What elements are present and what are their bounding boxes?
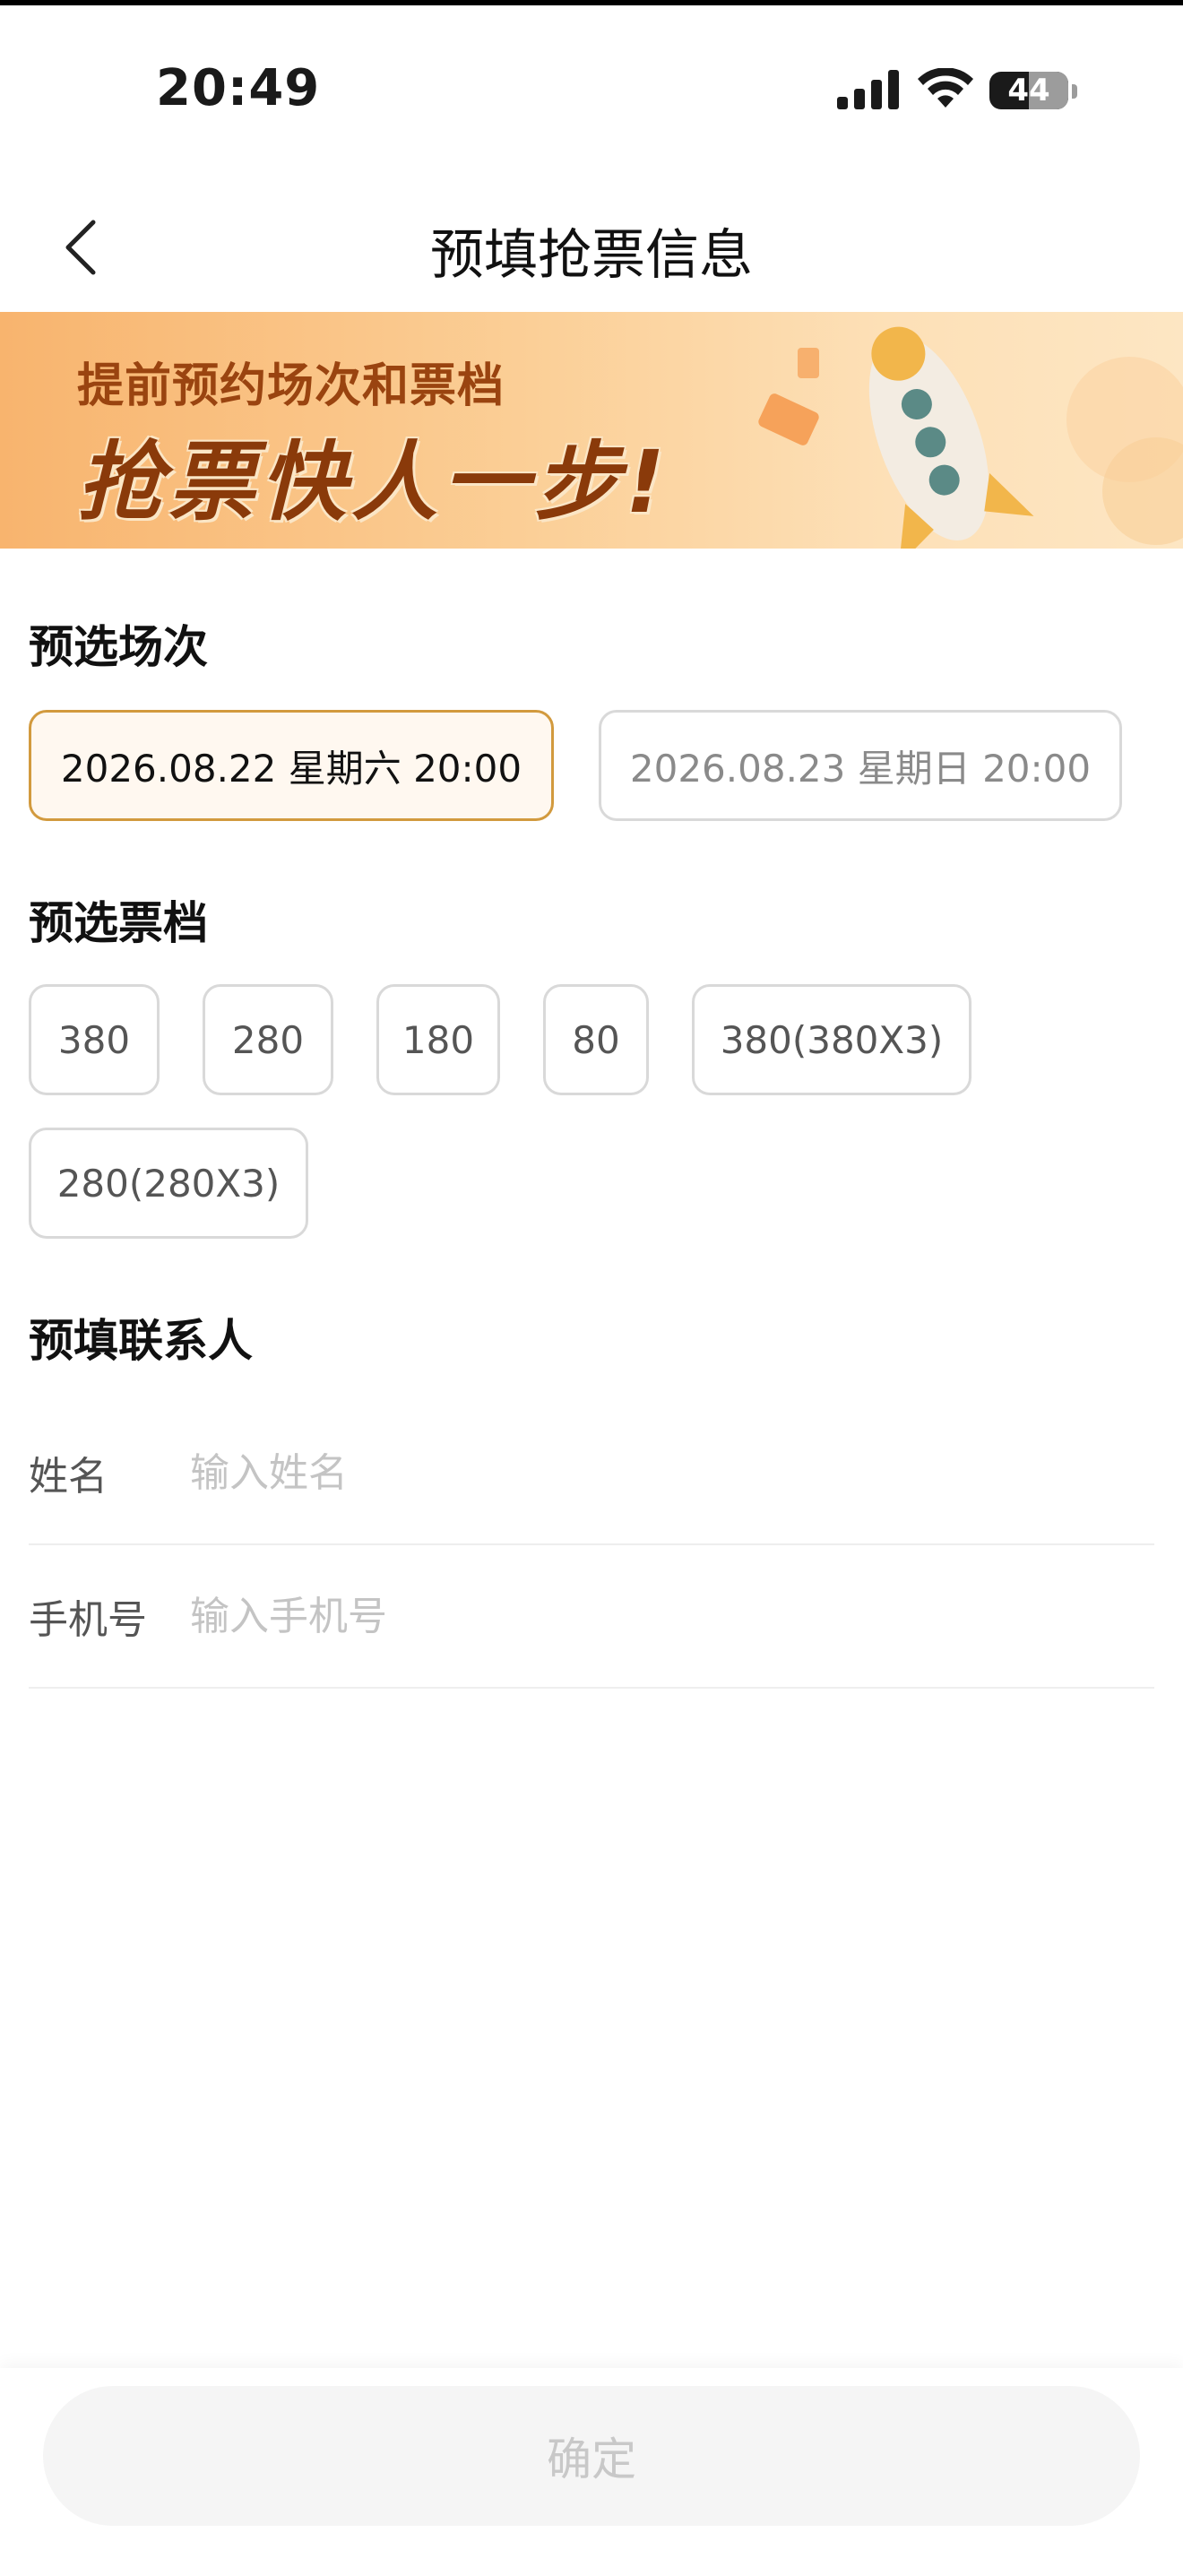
phone-row: 手机号	[29, 1545, 1154, 1689]
status-bar: 20:49 44	[0, 5, 1183, 176]
battery-icon: 44	[989, 72, 1068, 109]
session-option-label: 2026.08.22 星期六 20:00	[60, 746, 522, 791]
tier-option-280x3[interactable]: 280(280X3)	[29, 1128, 308, 1239]
session-option-0823[interactable]: 2026.08.23 星期日 20:00	[599, 710, 1122, 821]
rocket-illustration	[758, 326, 1183, 549]
name-row: 姓名	[29, 1402, 1154, 1545]
bottom-bar: 确定	[0, 2368, 1183, 2576]
tier-option-label: 380	[57, 1017, 131, 1062]
contact-section-title: 预填联系人	[29, 1315, 253, 1367]
tier-option-label: 80	[572, 1017, 620, 1062]
tier-option-280[interactable]: 280	[203, 984, 333, 1095]
wifi-icon	[918, 68, 973, 108]
page-title: 预填抢票信息	[430, 224, 753, 287]
promo-banner: 提前预约场次和票档 抢票快人一步!	[0, 312, 1183, 549]
phone-label: 手机号	[29, 1597, 147, 1643]
name-input[interactable]	[190, 1437, 1086, 1508]
tier-option-80[interactable]: 80	[543, 984, 649, 1095]
session-option-label: 2026.08.23 星期日 20:00	[629, 746, 1092, 791]
tier-option-label: 280	[231, 1017, 305, 1062]
signal-icon	[837, 70, 899, 109]
battery-nub	[1072, 84, 1077, 99]
tier-option-label: 280(280X3)	[56, 1161, 281, 1206]
name-label: 姓名	[29, 1454, 108, 1500]
nav-bar: 预填抢票信息	[0, 176, 1183, 312]
banner-headline: 抢票快人一步!	[77, 432, 670, 532]
battery-level: 44	[1007, 73, 1050, 108]
status-time: 20:49	[156, 59, 321, 117]
tier-option-180[interactable]: 180	[376, 984, 500, 1095]
tier-option-label: 180	[402, 1017, 475, 1062]
tier-option-380x3[interactable]: 380(380X3)	[692, 984, 971, 1095]
session-section-title: 预选场次	[29, 621, 208, 673]
confirm-button[interactable]: 确定	[43, 2386, 1140, 2526]
session-option-0822[interactable]: 2026.08.22 星期六 20:00	[29, 710, 554, 821]
tier-section-title: 预选票档	[29, 897, 208, 949]
banner-subtitle: 提前预约场次和票档	[77, 359, 505, 413]
phone-input[interactable]	[190, 1580, 1086, 1652]
tier-option-380[interactable]: 380	[29, 984, 160, 1095]
tier-option-label: 380(380X3)	[720, 1017, 944, 1062]
